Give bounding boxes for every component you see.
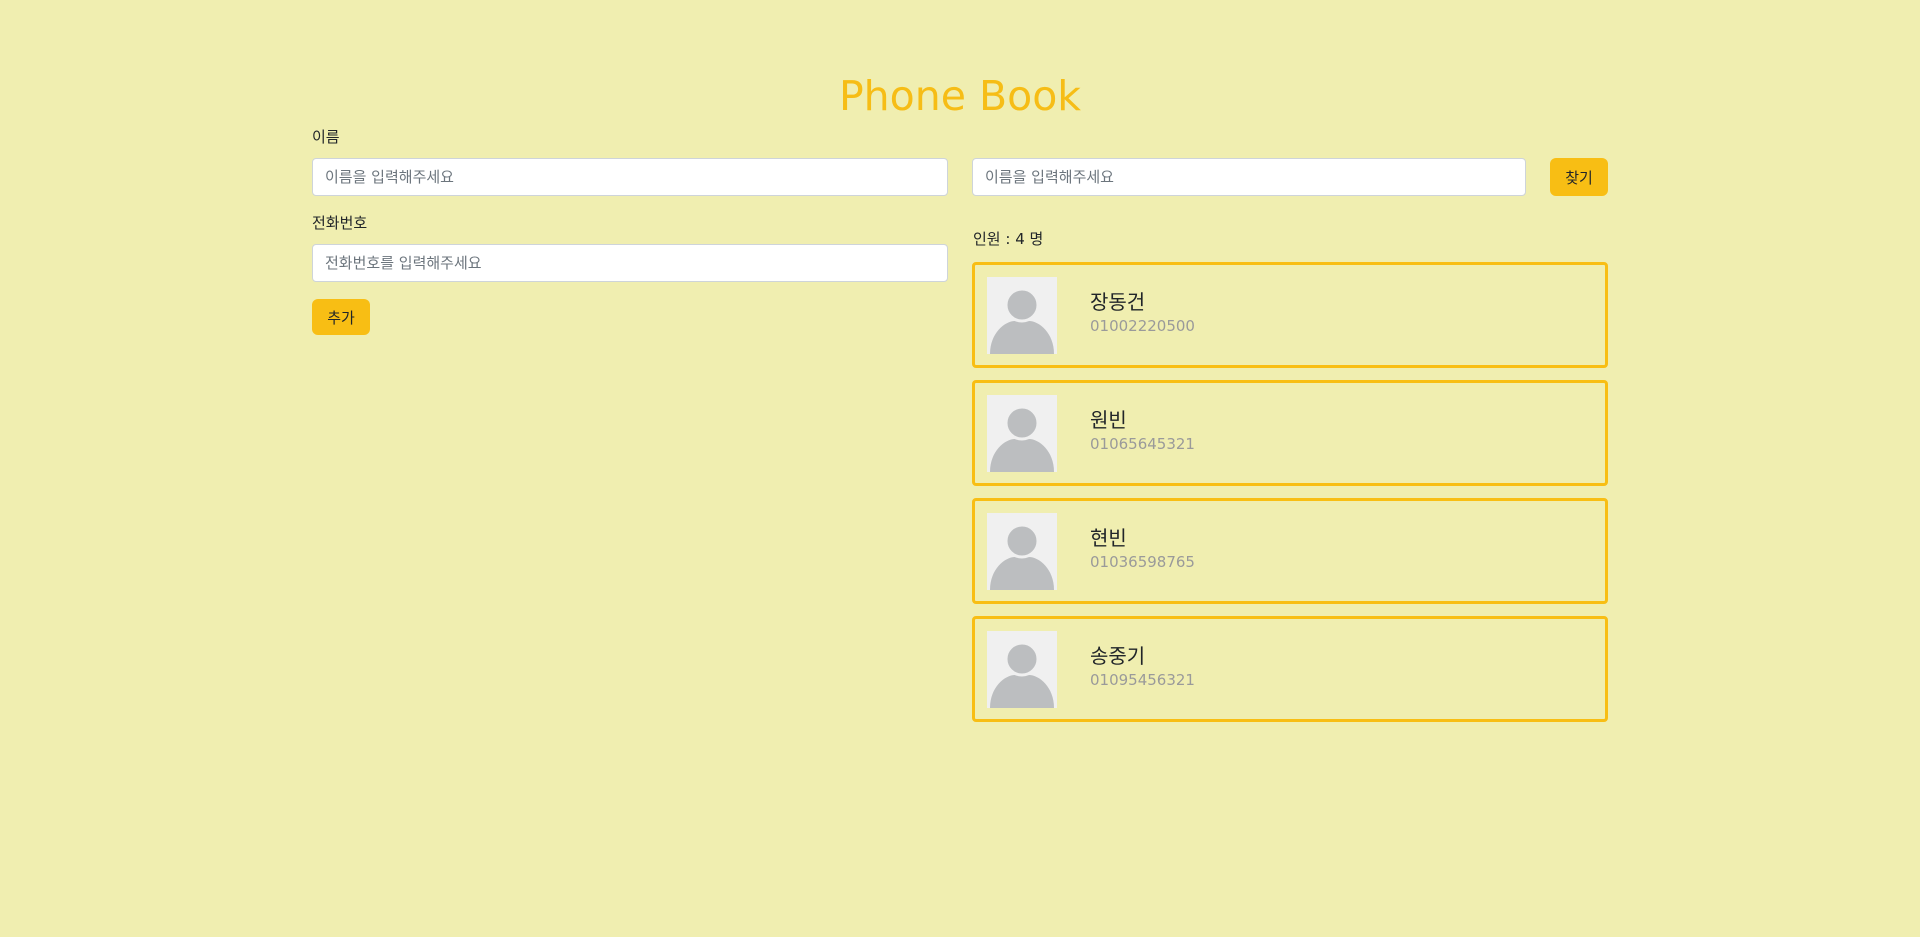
contact-card[interactable]: 송중기 01095456321 [972, 616, 1608, 722]
person-avatar-icon [987, 631, 1057, 708]
phone-label: 전화번호 [312, 214, 368, 232]
contact-phone: 01036598765 [1090, 553, 1195, 571]
person-avatar-icon [987, 513, 1057, 590]
contact-phone: 01095456321 [1090, 671, 1195, 689]
contact-name: 원빈 [1090, 408, 1127, 432]
contact-card[interactable]: 장동건 01002220500 [972, 262, 1608, 368]
contact-name: 현빈 [1090, 526, 1127, 550]
person-avatar-icon [987, 395, 1057, 472]
contact-list: 장동건 01002220500 원빈 01065645321 현빈 010365… [972, 262, 1608, 734]
contact-name: 장동건 [1090, 290, 1146, 314]
contact-phone: 01065645321 [1090, 435, 1195, 453]
person-avatar-icon [987, 277, 1057, 354]
search-button[interactable]: 찾기 [1550, 158, 1608, 196]
name-label: 이름 [312, 128, 340, 146]
add-button[interactable]: 추가 [312, 299, 370, 335]
name-input[interactable] [312, 158, 948, 196]
page-title: Phone Book [838, 72, 1082, 120]
search-input[interactable] [972, 158, 1526, 196]
phone-input[interactable] [312, 244, 948, 282]
contact-count: 인원 : 4 명 [973, 230, 1044, 248]
contact-name: 송중기 [1090, 644, 1146, 668]
contact-card[interactable]: 현빈 01036598765 [972, 498, 1608, 604]
contact-card[interactable]: 원빈 01065645321 [972, 380, 1608, 486]
contact-phone: 01002220500 [1090, 317, 1195, 335]
